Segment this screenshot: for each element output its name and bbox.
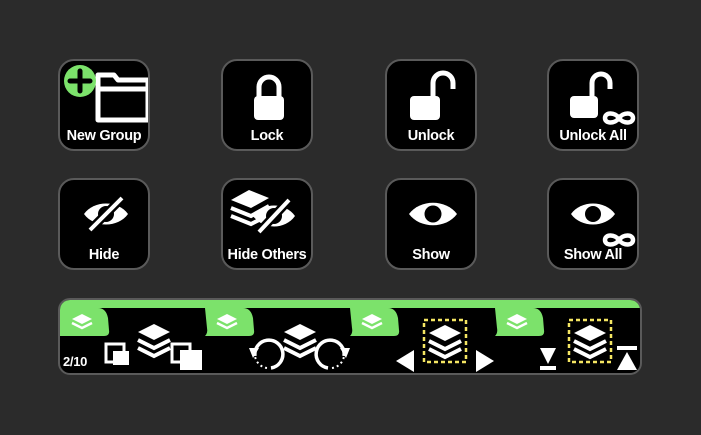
new-group-button[interactable]: New Group [58, 59, 150, 151]
lock-button[interactable]: Lock [221, 59, 313, 151]
unlock-label: Unlock [407, 128, 455, 144]
page-counter: 2/10 [63, 354, 88, 369]
strip-segment-select[interactable]: 2/10 [60, 300, 205, 373]
hide-button[interactable]: Hide [58, 178, 150, 270]
layer-control-strip[interactable]: 2/10 [58, 298, 642, 375]
show-all-label: Show All [563, 247, 623, 263]
unlock-all-label: Unlock All [559, 128, 627, 144]
show-button[interactable]: Show [385, 178, 477, 270]
hide-others-button[interactable]: Hide Others [221, 178, 313, 270]
layers-navigate-icon [396, 318, 494, 372]
new-group-label: New Group [66, 128, 142, 144]
unlock-all-button[interactable]: Unlock All [547, 59, 639, 151]
hide-others-label: Hide Others [227, 247, 307, 263]
show-all-button[interactable]: Show All [547, 178, 639, 270]
lock-label: Lock [250, 128, 284, 144]
layers-rotate-icon [249, 324, 350, 370]
strip-segment-navigate[interactable] [350, 300, 495, 373]
strip-segment-order[interactable] [495, 300, 640, 373]
show-label: Show [412, 247, 450, 263]
layers-order-icon [540, 318, 637, 370]
strip-segment-rotate[interactable] [205, 300, 350, 373]
hide-label: Hide [88, 247, 120, 263]
unlock-button[interactable]: Unlock [385, 59, 477, 151]
